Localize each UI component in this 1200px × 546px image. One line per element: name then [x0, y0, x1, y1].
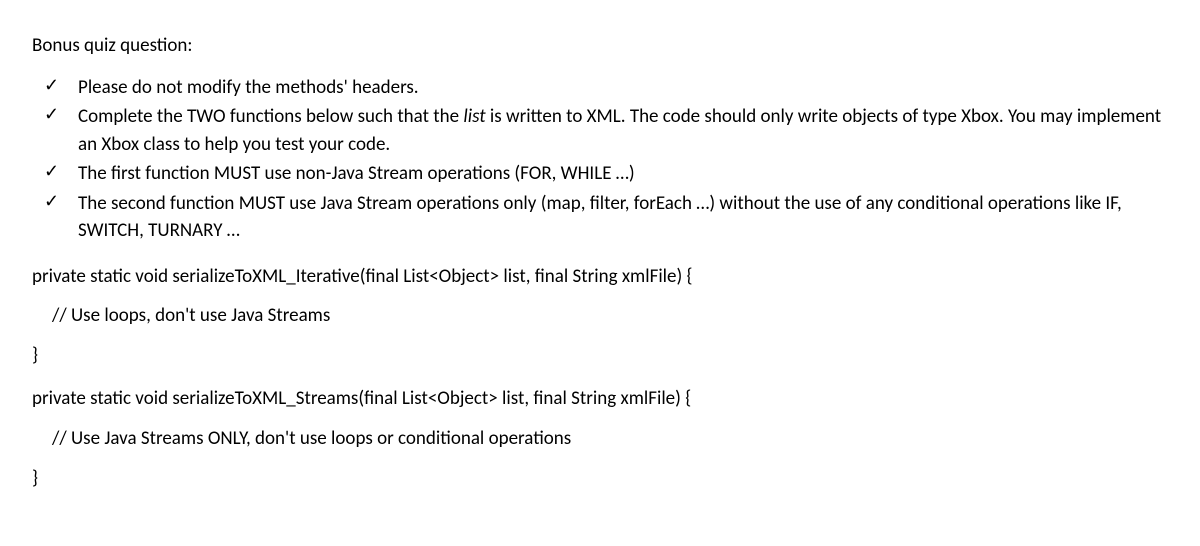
checkmark-icon: ✓ [44, 104, 59, 126]
function-2-comment: // Use Java Streams ONLY, don't use loop… [32, 425, 1168, 453]
bullet-item-2: ✓ Complete the TWO functions below such … [44, 103, 1168, 158]
heading-text: Bonus quiz question: [32, 32, 1168, 60]
bullet-text: Please do not modify the methods' header… [78, 76, 419, 99]
checklist: ✓ Please do not modify the methods' head… [32, 74, 1168, 245]
checkmark-icon: ✓ [44, 161, 59, 183]
checkmark-icon: ✓ [44, 191, 59, 213]
italic-variable-list: list [463, 105, 485, 128]
bullet-item-1: ✓ Please do not modify the methods' head… [44, 74, 1168, 102]
bullet-text: The first function MUST use non-Java Str… [78, 162, 635, 185]
function-1-comment: // Use loops, don't use Java Streams [32, 302, 1168, 330]
function-1-signature: private static void serializeToXML_Itera… [32, 263, 1168, 291]
bullet-text-pre: Complete the TWO functions below such th… [78, 105, 463, 128]
function-2-close-brace: } [32, 465, 1168, 493]
function-2-signature: private static void serializeToXML_Strea… [32, 385, 1168, 413]
bullet-text: The second function MUST use Java Stream… [78, 192, 1122, 243]
bullet-item-4: ✓ The second function MUST use Java Stre… [44, 190, 1168, 245]
document-page: Bonus quiz question: ✓ Please do not mod… [0, 0, 1200, 546]
function-1-close-brace: } [32, 342, 1168, 370]
checkmark-icon: ✓ [44, 75, 59, 97]
bullet-item-3: ✓ The first function MUST use non-Java S… [44, 160, 1168, 188]
